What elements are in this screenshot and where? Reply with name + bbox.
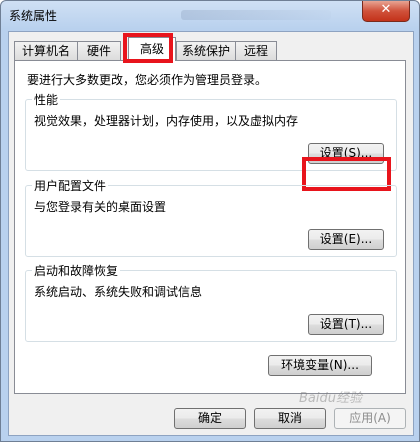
startup-recovery-settings-button[interactable]: 设置(T)... <box>308 314 384 335</box>
tab-system-protection[interactable]: 系统保护 <box>176 41 236 60</box>
performance-title: 性能 <box>32 91 61 108</box>
close-button[interactable]: ✕ <box>362 1 410 22</box>
performance-description: 视觉效果，处理器计划，内存使用，以及虚拟内存 <box>34 114 299 128</box>
startup-recovery-group: 启动和故障恢复 系统启动、系统失败和调试信息 设置(T)... <box>25 262 397 342</box>
baidu-watermark: Baidu经验 <box>299 391 362 406</box>
startup-recovery-title: 启动和故障恢复 <box>32 262 121 279</box>
tab-remote[interactable]: 远程 <box>235 41 277 60</box>
dialog-body: 计算机名 硬件 高级 系统保护 远程 要进行大多数更改，您必须作为管理员登录。 … <box>8 31 414 436</box>
close-icon: ✕ <box>380 2 392 17</box>
tab-hardware[interactable]: 硬件 <box>77 41 121 60</box>
window-title: 系统属性 <box>9 9 58 23</box>
system-properties-window: 系统属性 ✕ 计算机名 硬件 高级 系统保护 远程 要进行大多数更改，您必须作为… <box>0 0 420 442</box>
advanced-tab-panel: 要进行大多数更改，您必须作为管理员登录。 性能 视觉效果，处理器计划，内存使用，… <box>14 60 406 394</box>
admin-notice: 要进行大多数更改，您必须作为管理员登录。 <box>27 73 268 87</box>
user-profiles-group: 用户配置文件 与您登录有关的桌面设置 设置(E)... <box>25 177 397 257</box>
user-profiles-title: 用户配置文件 <box>32 177 109 194</box>
ok-button[interactable]: 确定 <box>174 408 246 429</box>
tab-computer-name[interactable]: 计算机名 <box>14 41 78 60</box>
tab-highlight-box <box>123 33 173 63</box>
blurred-background-text <box>181 10 331 20</box>
user-profiles-description: 与您登录有关的桌面设置 <box>34 200 167 214</box>
startup-recovery-description: 系统启动、系统失败和调试信息 <box>34 285 203 299</box>
apply-button[interactable]: 应用(A) <box>334 408 406 429</box>
cancel-button[interactable]: 取消 <box>254 408 326 429</box>
title-bar[interactable]: 系统属性 ✕ <box>1 1 419 31</box>
user-profiles-settings-button[interactable]: 设置(E)... <box>308 229 384 250</box>
environment-variables-button[interactable]: 环境变量(N)... <box>268 355 372 376</box>
